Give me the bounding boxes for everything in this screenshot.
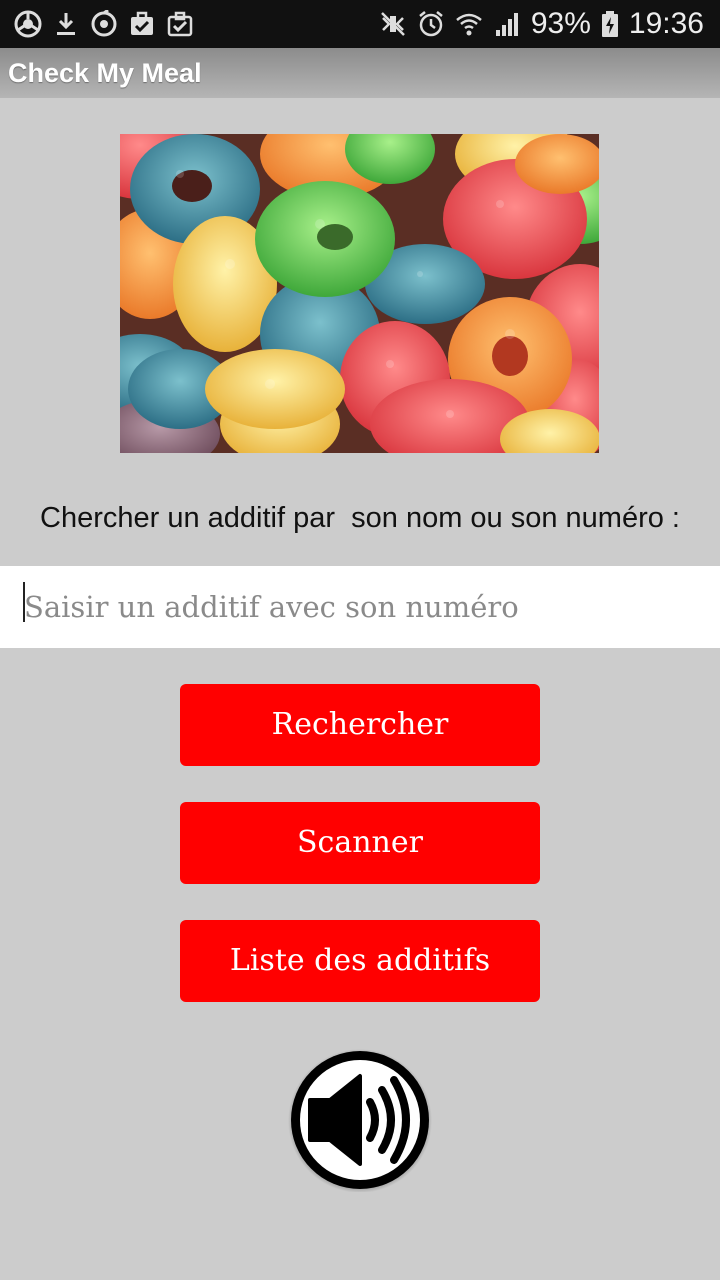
task-check-icon — [166, 10, 194, 38]
status-right-icons: 93% 19:36 — [379, 6, 704, 42]
additives-list-button[interactable]: Liste des additifs — [180, 920, 540, 1002]
search-prompt: Chercher un additif par son nom ou son n… — [40, 502, 680, 534]
signal-icon — [493, 10, 521, 38]
additives-list-button-label: Liste des additifs — [229, 943, 491, 978]
clock: 19:36 — [628, 7, 704, 40]
wifi-icon — [455, 10, 483, 38]
status-left-icons — [14, 8, 194, 40]
status-bar: 93% 19:36 — [0, 0, 720, 48]
speaker-button[interactable] — [288, 1048, 432, 1192]
task-icon — [128, 10, 156, 38]
mute-icon — [379, 10, 407, 38]
search-input[interactable] — [0, 566, 720, 648]
search-field — [0, 566, 720, 648]
action-bar: Check My Meal — [0, 48, 720, 98]
text-cursor — [23, 582, 25, 622]
search-button[interactable]: Rechercher — [180, 684, 540, 766]
search-button-label: Rechercher — [271, 707, 449, 742]
scan-button[interactable]: Scanner — [180, 802, 540, 884]
alarm-icon — [417, 10, 445, 38]
chrome-icon — [14, 10, 42, 38]
sync-icon — [90, 10, 118, 38]
battery-icon — [601, 10, 619, 38]
cereal-image — [120, 134, 599, 453]
app-title: Check My Meal — [8, 58, 202, 88]
battery-percentage: 93% — [530, 7, 591, 40]
download-icon — [52, 10, 80, 38]
scan-button-label: Scanner — [297, 825, 423, 860]
speaker-icon — [288, 1049, 432, 1192]
